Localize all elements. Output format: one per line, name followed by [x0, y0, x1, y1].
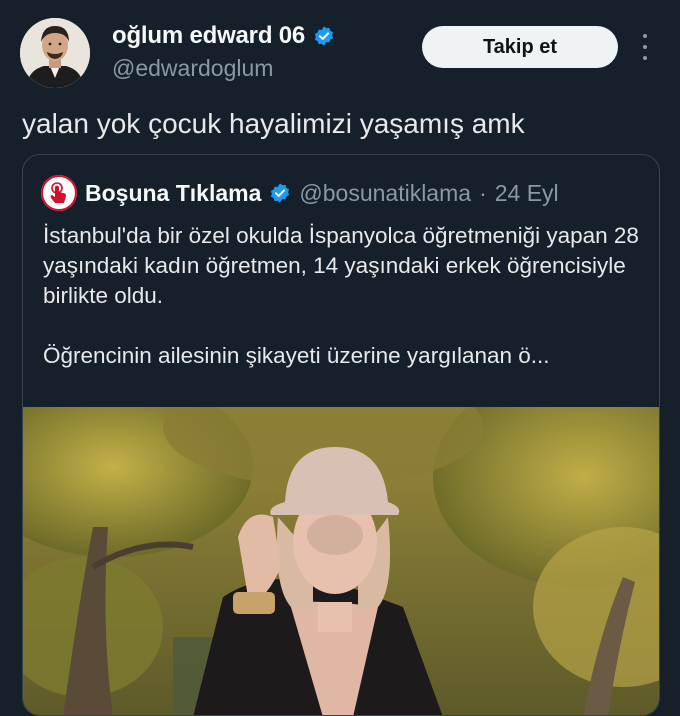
dot	[643, 45, 647, 49]
quoted-author-handle[interactable]: @bosunatiklama	[299, 180, 471, 207]
dot	[643, 56, 647, 60]
quoted-media-photo[interactable]	[23, 407, 659, 716]
author-name-row: oğlum edward 06	[112, 22, 335, 50]
author-name[interactable]: oğlum edward 06	[112, 22, 305, 50]
quoted-body: İstanbul'da bir özel okulda İspanyolca ö…	[43, 221, 643, 371]
author-handle[interactable]: @edwardoglum	[112, 55, 273, 82]
tweet-text: yalan yok çocuk hayalimizi yaşamış amk	[22, 108, 525, 139]
author-avatar-image	[20, 18, 90, 88]
quoted-tweet-card[interactable]: Boşuna Tıklama @bosunatiklama · 24 Eyl İ…	[22, 154, 660, 716]
quoted-date[interactable]: 24 Eyl	[495, 180, 559, 207]
verified-badge-icon	[314, 26, 334, 46]
quoted-paragraph: İstanbul'da bir özel okulda İspanyolca ö…	[43, 223, 639, 308]
pointer-tap-logo-icon	[41, 175, 77, 211]
dot	[643, 34, 647, 38]
author-avatar[interactable]	[20, 18, 90, 88]
quoted-author-name[interactable]: Boşuna Tıklama	[85, 180, 261, 207]
verified-badge-icon	[271, 183, 290, 203]
separator-dot: ·	[479, 179, 487, 206]
follow-button[interactable]: Takip et	[422, 26, 618, 68]
more-options-icon[interactable]	[636, 34, 654, 60]
quoted-header: Boşuna Tıklama @bosunatiklama · 24 Eyl	[41, 175, 559, 211]
quoted-paragraph: Öğrencinin ailesinin şikayeti üzerine ya…	[43, 343, 550, 368]
quoted-avatar[interactable]	[41, 175, 77, 211]
